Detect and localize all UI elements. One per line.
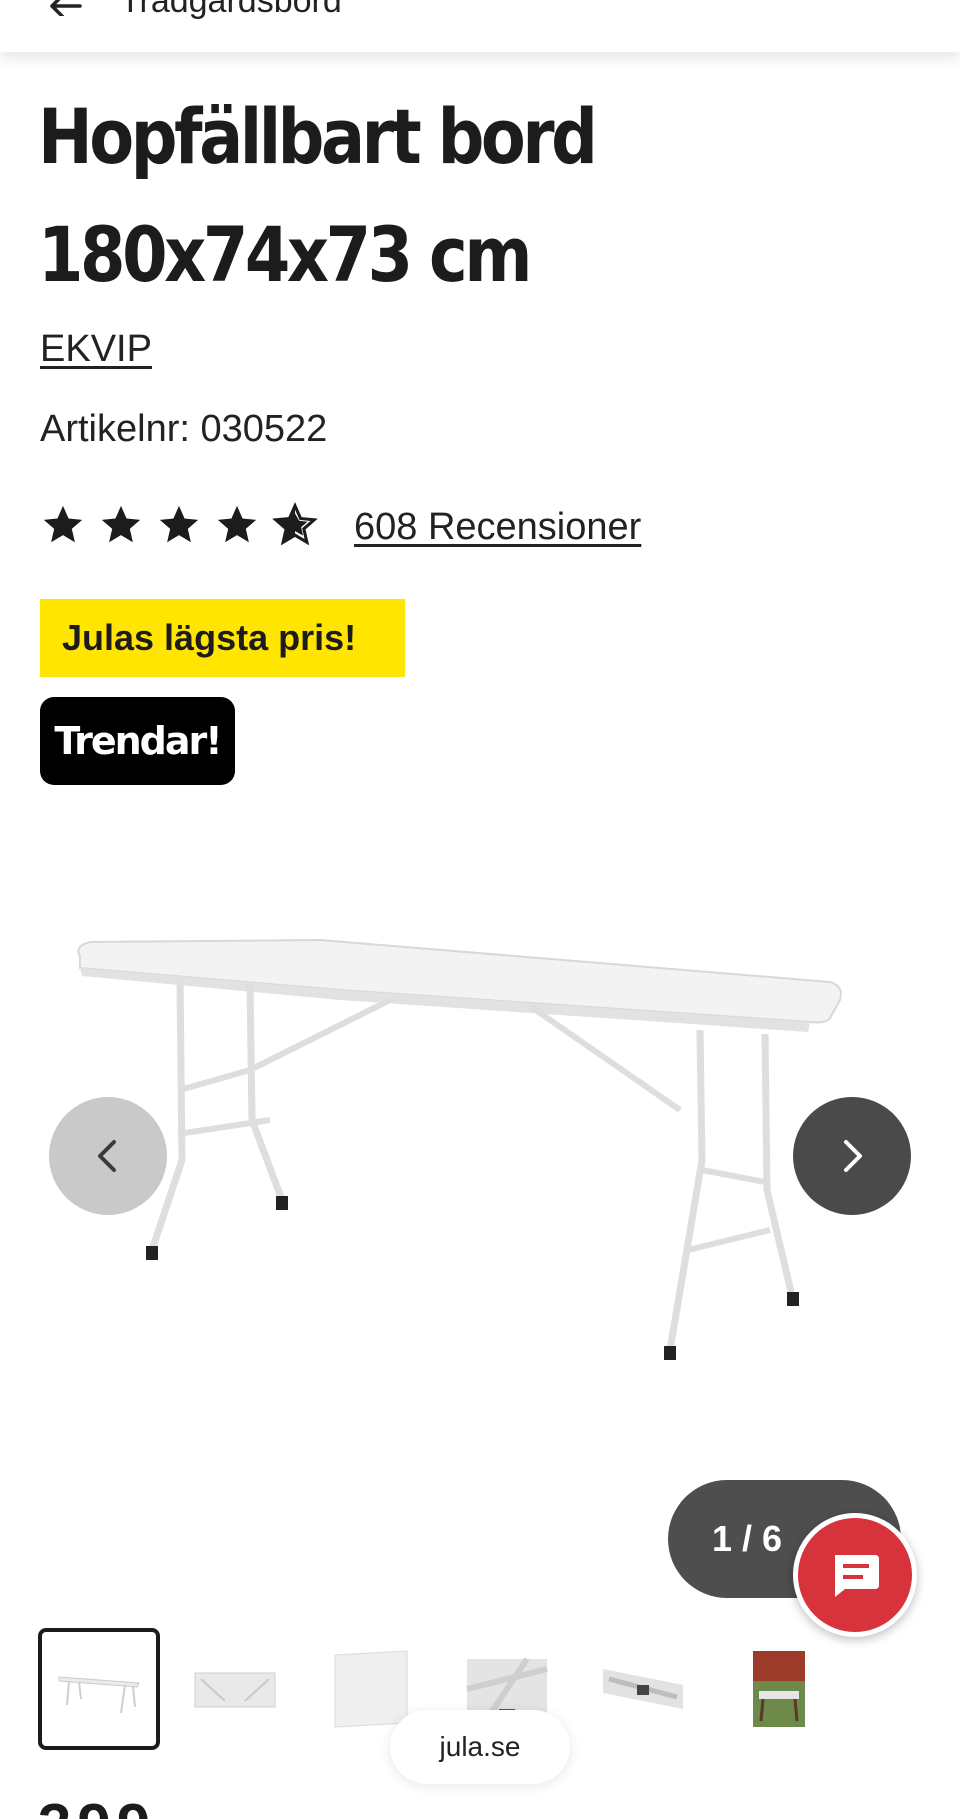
thumbnail-2[interactable] [174,1628,296,1750]
chat-bubble-icon [835,1555,879,1597]
thumbnail-5[interactable] [582,1628,704,1750]
chat-button[interactable] [793,1513,917,1637]
star-icon [101,505,141,543]
star-icon [217,505,257,543]
table-folded-thumbnail [194,1672,276,1708]
chevron-right-icon [844,1140,862,1172]
article-number: Artikelnr: 030522 [40,408,328,450]
gallery-prev-button[interactable] [49,1097,167,1215]
title-line-1: Hopfällbart bord [38,92,598,181]
brand-link[interactable]: EKVIP [40,328,152,371]
star-icon [159,505,199,543]
product-price: 399 [38,1796,156,1819]
table-open-thumbnail [58,1676,140,1714]
rating-stars[interactable] [40,502,318,558]
star-half-icon [272,502,318,546]
thumbnail-6[interactable] [718,1628,840,1750]
reviews-link[interactable]: 608 Recensioner [354,506,641,549]
top-bar: Trädgårdsbord [0,0,960,52]
gallery-next-button[interactable] [793,1097,911,1215]
title-line-2: 180x74x73 cm [38,210,532,299]
breadcrumb[interactable]: Trädgårdsbord [120,0,342,21]
star-icon [43,505,83,543]
folding-table-image [77,938,842,1360]
chevron-left-icon [98,1140,116,1172]
thumbnail-1[interactable] [38,1628,160,1750]
garden-scene-thumbnail [753,1651,805,1727]
browser-url-bar[interactable]: jula.se [390,1710,570,1784]
leg-lock-closeup-thumbnail [603,1669,683,1709]
arrow-left-icon[interactable] [44,0,84,16]
trending-badge: Trendar! [40,697,235,785]
lowest-price-badge: Julas lägsta pris! [40,599,405,677]
page-title: Hopfällbart bord 180x74x73 cm [38,78,795,314]
